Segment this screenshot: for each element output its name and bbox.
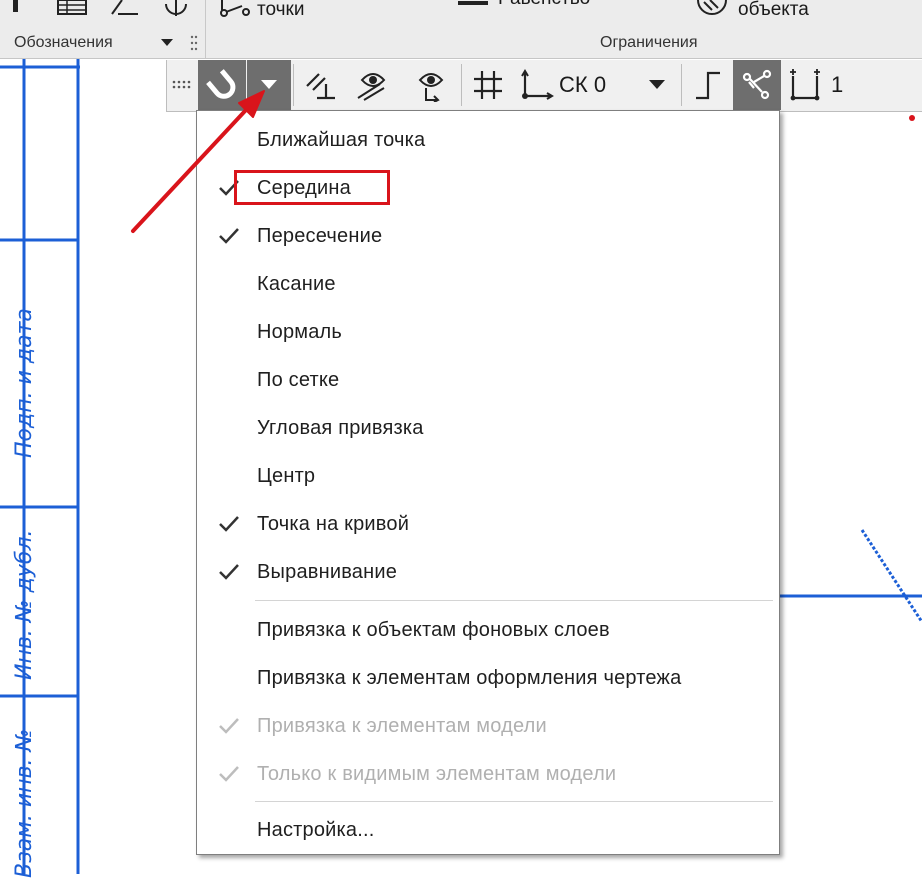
snap-toolbar: СК 0 1 xyxy=(166,60,922,112)
designations-caption: Обозначения xyxy=(14,34,113,51)
toolbar-grip[interactable] xyxy=(167,60,197,110)
snap-count-button[interactable]: 1 xyxy=(785,60,855,110)
check-icon xyxy=(219,516,239,532)
show-degrees-button[interactable] xyxy=(405,60,457,110)
toolbar-separator xyxy=(293,64,294,106)
grip-icon xyxy=(172,80,191,89)
toolbar-separator xyxy=(681,64,682,106)
snap-magnet-button[interactable] xyxy=(198,60,246,110)
text-tool-icon[interactable] xyxy=(8,0,24,14)
menu-item-label: По сетке xyxy=(257,369,340,391)
menu-item-label: Ближайшая точка xyxy=(257,129,426,151)
check-icon xyxy=(219,228,239,244)
snap-dropdown-button[interactable] xyxy=(247,60,291,110)
menu-item-label: Пересечение xyxy=(257,225,383,247)
menu-item-intersection[interactable]: Пересечение xyxy=(197,215,779,261)
menu-item-settings[interactable]: Настройка... xyxy=(197,809,779,855)
constraints-caption: Ограничения xyxy=(600,34,698,51)
menu-item-label: Привязка к элементам оформления чертежа xyxy=(257,667,682,689)
menu-item-angular-snap[interactable]: Угловая привязка xyxy=(197,407,779,453)
menu-item-point-on-curve[interactable]: Точка на кривой xyxy=(197,503,779,549)
snap-nodes-icon xyxy=(742,69,772,100)
magnet-icon xyxy=(206,69,236,99)
coord-system-select[interactable]: СК 0 xyxy=(517,60,677,110)
eye-degrees-icon xyxy=(418,73,444,102)
parallel-perpendicular-icon xyxy=(306,73,335,100)
menu-item-normal[interactable]: Нормаль xyxy=(197,311,779,357)
grid-icon xyxy=(474,71,502,99)
menu-item-label: Выравнивание xyxy=(257,561,398,583)
menu-item-nearest-point[interactable]: Ближайшая точка xyxy=(197,119,779,165)
menu-item-grid[interactable]: По сетке xyxy=(197,359,779,405)
chevron-down-icon xyxy=(649,80,665,89)
menu-item-label: Угловая привязка xyxy=(257,417,424,439)
menu-separator xyxy=(255,600,773,601)
menu-item-label: Настройка... xyxy=(257,819,375,841)
menu-item-label: Только к видимым элементам модели xyxy=(257,763,617,785)
base-icon[interactable] xyxy=(160,0,196,18)
toolbar-separator xyxy=(461,64,462,106)
snap-menu: Ближайшая точка Середина Пересечение Кас… xyxy=(196,110,780,855)
check-icon xyxy=(219,564,239,580)
menu-item-label: Касание xyxy=(257,273,336,295)
fix-object-icon[interactable] xyxy=(696,0,732,18)
menu-separator xyxy=(255,801,773,802)
ortho-step-icon xyxy=(696,71,720,100)
frame-corners-icon xyxy=(790,69,820,101)
ribbon: точки Равенство объекта Обозначения Огра… xyxy=(0,0,922,59)
ribbon-divider xyxy=(205,0,206,58)
eye-crossed-icon xyxy=(357,73,386,101)
points-label[interactable]: точки xyxy=(257,0,304,21)
equality-icon[interactable] xyxy=(458,0,488,8)
menu-item-alignment[interactable]: Выравнивание xyxy=(197,551,779,597)
coord-system-label: СК 0 xyxy=(559,72,607,97)
object-label[interactable]: объекта xyxy=(738,0,809,21)
menu-item-label: Привязка к элементам модели xyxy=(257,715,547,737)
table-icon[interactable] xyxy=(56,0,90,16)
menu-item-model-elements: Привязка к элементам модели xyxy=(197,705,779,751)
menu-item-label: Привязка к объектам фоновых слоев xyxy=(257,619,610,641)
coordinate-axes-icon xyxy=(521,69,554,100)
chevron-down-icon[interactable] xyxy=(160,38,174,48)
menu-item-drawing-elements[interactable]: Привязка к элементам оформления чертежа xyxy=(197,657,779,703)
menu-item-label: Нормаль xyxy=(257,321,343,343)
frame-inv-dup-label: Инв. № дубл. xyxy=(12,529,37,680)
drag-handle-icon[interactable] xyxy=(190,34,198,52)
check-icon xyxy=(219,718,239,734)
menu-item-label: Центр xyxy=(257,465,316,487)
menu-item-background-layers[interactable]: Привязка к объектам фоновых слоев xyxy=(197,609,779,655)
chevron-down-icon xyxy=(261,80,277,89)
hide-constraints-button[interactable] xyxy=(347,60,399,110)
check-icon xyxy=(219,766,239,782)
parallel-perpendicular-button[interactable] xyxy=(297,60,345,110)
menu-item-label: Точка на кривой xyxy=(257,513,410,535)
menu-item-center[interactable]: Центр xyxy=(197,455,779,501)
frame-vzam-inv-label: Взам. инв. № xyxy=(12,728,37,878)
menu-item-tangent[interactable]: Касание xyxy=(197,263,779,309)
roughness-icon[interactable] xyxy=(108,0,144,16)
grid-button[interactable] xyxy=(465,60,511,110)
ortho-mode-button[interactable] xyxy=(685,60,731,110)
frame-sig-date-label: Подп. и дата xyxy=(12,308,37,458)
points-icon[interactable] xyxy=(216,0,256,20)
local-snap-button[interactable] xyxy=(733,60,781,110)
snap-count-label: 1 xyxy=(831,72,844,97)
equality-label[interactable]: Равенство xyxy=(498,0,590,10)
highlight-box xyxy=(234,170,390,205)
menu-item-visible-model-elements: Только к видимым элементам модели xyxy=(197,753,779,799)
